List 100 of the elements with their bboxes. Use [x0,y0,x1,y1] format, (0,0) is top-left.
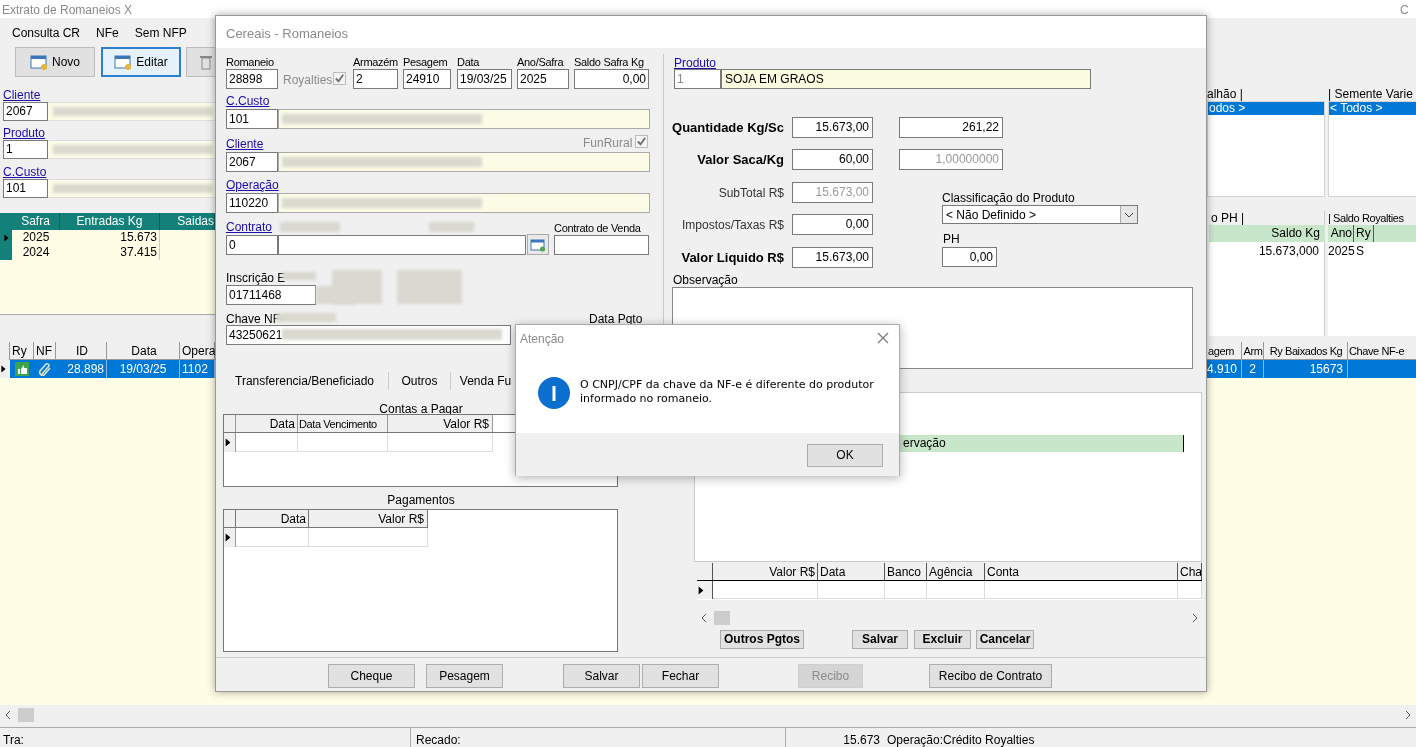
panel-button[interactable]: Outros Pgtos [720,630,804,649]
footer-button[interactable]: Cheque [328,664,415,688]
column-header[interactable]: Data [236,510,309,528]
column-header[interactable]: Data [818,563,885,580]
column-header[interactable]: Arm [1242,342,1264,360]
field-label[interactable]: C.Custo [3,165,218,179]
column-header[interactable]: Ano [1328,225,1354,242]
column-header[interactable]: Data Vencimento [298,415,388,432]
column-header[interactable]: agem [1207,342,1242,360]
code-field[interactable]: 2067 [226,152,278,172]
status-text: 15.673 [842,732,880,747]
column-header[interactable]: NF [34,342,56,360]
input-field[interactable]: 60,00 [792,149,873,170]
dialog-title: Atenção [520,331,565,348]
column-header[interactable]: Data [107,342,180,360]
input-field[interactable]: 15.673,00 [792,247,873,268]
field-label[interactable]: Produto [3,126,218,140]
input-field[interactable]: 0,00 [574,69,649,89]
checkbox[interactable] [635,135,648,148]
column-header[interactable]: Ry [1354,225,1374,242]
panel-button[interactable]: Excluir [914,630,971,649]
input-field[interactable]: 2025 [517,69,569,89]
table-cell [885,581,927,599]
field-label: Pesagem [403,55,448,70]
column-header[interactable]: Data [236,415,298,432]
input-field[interactable]: 0,00 [942,247,997,267]
field-label[interactable]: Cliente [226,137,264,152]
table-cell [1348,360,1416,378]
input-field[interactable]: 0,00 [792,214,873,235]
column-header[interactable]: Agência [927,563,985,580]
panel-button[interactable]: Salvar [852,630,908,649]
toolbar-button[interactable]: Editar [101,47,181,77]
input-field[interactable] [554,235,649,255]
list-item[interactable]: odos > [1208,102,1324,115]
code-field[interactable]: 1 [674,69,721,89]
field-label[interactable]: Produto [674,54,717,72]
name-field[interactable] [278,152,650,172]
ok-button[interactable]: OK [807,444,883,467]
scrollbar-thumb [714,611,730,625]
table-cell-text: 2025 [1328,243,1354,260]
column-header[interactable]: ID [56,342,107,360]
input-field[interactable]: 15.673,00 [792,117,873,138]
table-cell: 4.910 [1207,360,1242,378]
footer-button[interactable]: Recibo de Contrato [929,664,1052,688]
input-field[interactable]: 2 [353,69,398,89]
list-item[interactable]: < Todos > [1329,102,1416,115]
code-field[interactable]: 0 [226,235,278,255]
field-label[interactable]: Operação [226,178,279,193]
field-label: Data [457,55,480,70]
column-header[interactable]: Entradas Kg [60,213,160,230]
close-button[interactable] [877,332,889,344]
lookup-button[interactable] [527,234,549,255]
column-header[interactable]: Chave NF-e [1348,342,1416,360]
code-field[interactable]: 110220 [226,193,278,213]
grid-title: o PH | [1209,211,1324,225]
column-header[interactable]: Valor R$ [309,510,428,528]
column-header[interactable]: Banco [885,563,927,580]
input-field[interactable]: 24910 [403,69,451,89]
code-field[interactable]: 101 [226,109,278,129]
field-label: Valor Liquido R$ [681,248,784,267]
panel-button[interactable]: Cancelar [976,630,1034,649]
field-label: Chave NF- [226,311,284,328]
menu-item[interactable]: NFe [88,23,127,43]
column-header[interactable]: Saldo Kg [1209,225,1325,242]
input-field[interactable]: 28898 [226,69,278,89]
name-field[interactable] [278,235,526,255]
field-label[interactable]: C.Custo [226,94,270,109]
name-field[interactable]: SOJA EM GRAOS [721,69,1091,89]
checkbox[interactable] [333,72,346,85]
dropdown[interactable]: < Não Definido > [942,205,1138,224]
menu-item[interactable]: Sem NFP [126,23,195,43]
column-header[interactable]: Safra [12,213,60,230]
field-label[interactable]: Contrato [226,220,273,235]
name-field[interactable] [278,193,650,213]
column-header[interactable]: Valor R$ [713,563,818,580]
column-header[interactable]: Valor R$ [388,415,493,432]
input-field[interactable]: 01711468 [226,285,316,305]
column-header[interactable]: Ry [10,342,34,360]
field-label: Classificação do Produto [942,190,1075,207]
name-field[interactable] [278,109,650,129]
input-field[interactable]: 19/03/25 [457,69,512,89]
table-cell: 28.898 [56,360,107,378]
code-field[interactable]: 1 [3,140,48,159]
scroll-left-icon [4,710,12,720]
column-header[interactable]: Opera [180,342,215,360]
row-pointer-icon [0,364,7,374]
footer-button[interactable]: Salvar [563,664,640,688]
code-field[interactable]: 2067 [3,102,48,121]
toolbar-button[interactable]: Novo [15,47,95,77]
table-cell: 1102 [180,360,215,378]
field-label[interactable]: Cliente [3,88,218,102]
column-header[interactable]: Ry Baixados Kg [1264,342,1348,360]
column-header[interactable]: Conta [985,563,1178,580]
menu-item[interactable]: Consulta CR [4,23,89,43]
code-field[interactable]: 101 [3,179,48,198]
footer-button[interactable]: Pesagem [426,664,503,688]
input-field[interactable]: 261,22 [899,117,1003,138]
row-pointer-icon [697,584,705,596]
redacted-text [429,222,474,232]
footer-button[interactable]: Fechar [642,664,719,688]
